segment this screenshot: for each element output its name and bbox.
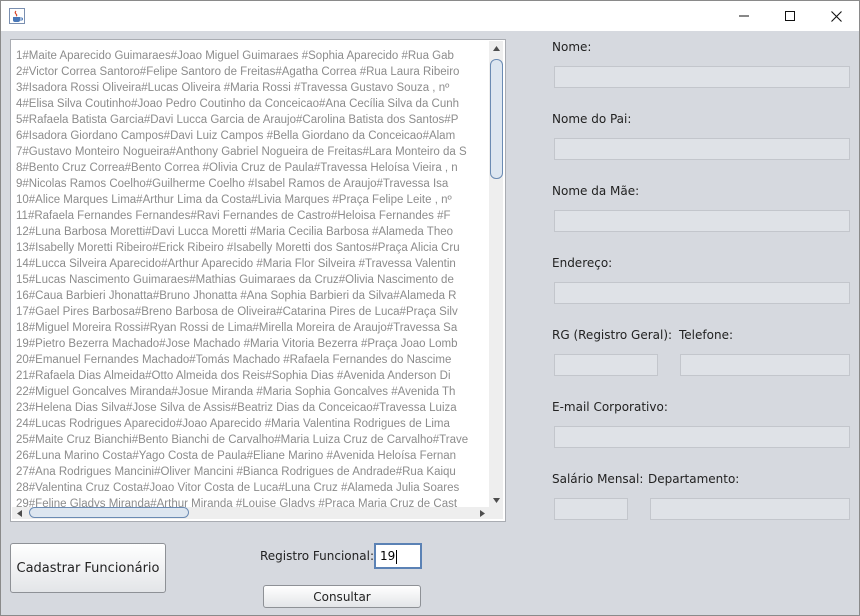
rg-field[interactable] bbox=[554, 354, 658, 376]
record-line: 11#Rafaela Fernandes Fernandes#Ravi Fern… bbox=[16, 210, 451, 222]
java-cup-icon bbox=[9, 8, 25, 24]
record-line: 25#Maite Cruz Bianchi#Bento Bianchi de C… bbox=[16, 434, 469, 446]
registro-funcional-input[interactable]: 19 bbox=[374, 543, 422, 569]
minimize-icon bbox=[739, 15, 749, 17]
nome-pai-field[interactable] bbox=[554, 138, 850, 160]
nome-pai-label: Nome do Pai: bbox=[552, 112, 632, 126]
maximize-button[interactable] bbox=[767, 1, 813, 31]
close-button[interactable] bbox=[813, 1, 859, 31]
record-line: 6#Isadora Giordano Campos#Davi Luiz Camp… bbox=[16, 130, 456, 142]
cadastrar-funcionario-label: Cadastrar Funcionário bbox=[16, 560, 160, 576]
telefone-label: Telefone: bbox=[679, 328, 733, 342]
email-field[interactable] bbox=[554, 426, 850, 448]
endereco-field[interactable] bbox=[554, 282, 850, 304]
scroll-left-button[interactable] bbox=[12, 507, 26, 519]
record-line: 7#Gustavo Monteiro Nogueira#Anthony Gabr… bbox=[16, 146, 467, 158]
record-line: 28#Valentina Cruz Costa#Joao Vitor Costa… bbox=[16, 482, 460, 494]
record-line: 22#Miguel Goncalves Miranda#Josue Mirand… bbox=[16, 386, 456, 398]
horizontal-scrollbar[interactable] bbox=[12, 507, 489, 519]
scroll-up-button[interactable] bbox=[489, 41, 503, 55]
record-line: 14#Lucca Silveira Aparecido#Arthur Apare… bbox=[16, 258, 456, 270]
scroll-down-button[interactable] bbox=[489, 493, 503, 507]
record-line: 4#Elisa Silva Coutinho#Joao Pedro Coutin… bbox=[16, 98, 460, 110]
vertical-scroll-thumb[interactable] bbox=[490, 59, 503, 179]
horizontal-scroll-thumb[interactable] bbox=[29, 507, 189, 518]
nome-field[interactable] bbox=[554, 66, 850, 88]
scroll-corner bbox=[489, 507, 503, 519]
record-line: 9#Nicolas Ramos Coelho#Guilherme Coelho … bbox=[16, 178, 449, 190]
app-window: 1#Maite Aparecido Guimaraes#Joao Miguel … bbox=[0, 0, 860, 616]
record-line: 16#Caua Barbieri Jhonatta#Bruno Jhonatta… bbox=[16, 290, 457, 302]
record-line: 27#Ana Rodrigues Mancini#Oliver Mancini … bbox=[16, 466, 456, 478]
arrow-up-icon bbox=[492, 45, 500, 51]
salario-label: Salário Mensal: bbox=[552, 472, 644, 486]
record-line: 29#Feline Gladys Miranda#Arthur Miranda … bbox=[16, 498, 458, 507]
record-line: 19#Pietro Bezerra Machado#Jose Machado #… bbox=[16, 338, 458, 350]
record-line: 3#Isadora Rossi Oliveira#Lucas Oliveira … bbox=[16, 82, 450, 94]
rg-label: RG (Registro Geral): bbox=[552, 328, 673, 342]
email-label: E-mail Corporativo: bbox=[552, 400, 668, 414]
minimize-button[interactable] bbox=[721, 1, 767, 31]
record-line: 23#Helena Dias Silva#Jose Silva de Assis… bbox=[16, 402, 457, 414]
title-bar bbox=[1, 1, 859, 31]
arrow-left-icon bbox=[16, 509, 22, 517]
maximize-icon bbox=[785, 11, 795, 21]
nome-label: Nome: bbox=[552, 40, 592, 54]
nome-mae-label: Nome da Mãe: bbox=[552, 184, 640, 198]
departamento-label: Departamento: bbox=[648, 472, 740, 486]
record-line: 8#Bento Cruz Correa#Bento Correa #Olivia… bbox=[16, 162, 458, 174]
nome-mae-field[interactable] bbox=[554, 210, 850, 232]
registro-funcional-label: Registro Funcional: bbox=[260, 549, 374, 563]
record-line: 13#Isabelly Moretti Ribeiro#Erick Ribeir… bbox=[16, 242, 460, 254]
endereco-label: Endereço: bbox=[552, 256, 613, 270]
cadastrar-funcionario-button[interactable]: Cadastrar Funcionário bbox=[10, 543, 166, 593]
record-line: 18#Miguel Moreira Rossi#Ryan Rossi de Li… bbox=[16, 322, 458, 334]
arrow-down-icon bbox=[492, 497, 500, 503]
scroll-right-button[interactable] bbox=[475, 507, 489, 519]
arrow-right-icon bbox=[479, 509, 485, 517]
records-text-area[interactable]: 1#Maite Aparecido Guimaraes#Joao Miguel … bbox=[16, 48, 489, 507]
record-line: 17#Gael Pires Barbosa#Breno Barbosa de O… bbox=[16, 306, 458, 318]
text-caret bbox=[396, 549, 398, 564]
consultar-button[interactable]: Consultar bbox=[263, 585, 421, 608]
record-line: 12#Luna Barbosa Moretti#Davi Lucca Moret… bbox=[16, 226, 454, 238]
records-scroll-pane[interactable]: 1#Maite Aparecido Guimaraes#Joao Miguel … bbox=[10, 39, 506, 522]
consultar-label: Consultar bbox=[313, 589, 371, 604]
record-line: 15#Lucas Nascimento Guimaraes#Mathias Gu… bbox=[16, 274, 454, 286]
record-line: 5#Rafaela Batista Garcia#Davi Lucca Garc… bbox=[16, 114, 459, 126]
record-line: 10#Alice Marques Lima#Arthur Lima da Cos… bbox=[16, 194, 452, 206]
registro-funcional-value: 19 bbox=[380, 549, 396, 563]
departamento-field[interactable] bbox=[650, 498, 850, 520]
record-line: 1#Maite Aparecido Guimaraes#Joao Miguel … bbox=[16, 50, 454, 62]
record-line: 20#Emanuel Fernandes Machado#Tomás Macha… bbox=[16, 354, 452, 366]
record-line: 26#Luna Marino Costa#Yago Costa de Paula… bbox=[16, 450, 457, 462]
record-line: 21#Rafaela Dias Almeida#Otto Almeida dos… bbox=[16, 370, 451, 382]
records-viewport: 1#Maite Aparecido Guimaraes#Joao Miguel … bbox=[13, 42, 489, 507]
vertical-scrollbar[interactable] bbox=[489, 41, 503, 507]
telefone-field[interactable] bbox=[680, 354, 850, 376]
record-line: 24#Lucas Rodrigues Aparecido#Joao Aparec… bbox=[16, 418, 450, 430]
salario-field[interactable] bbox=[554, 498, 628, 520]
close-icon bbox=[830, 10, 842, 22]
record-line: 2#Victor Correa Santoro#Felipe Santoro d… bbox=[16, 66, 460, 78]
